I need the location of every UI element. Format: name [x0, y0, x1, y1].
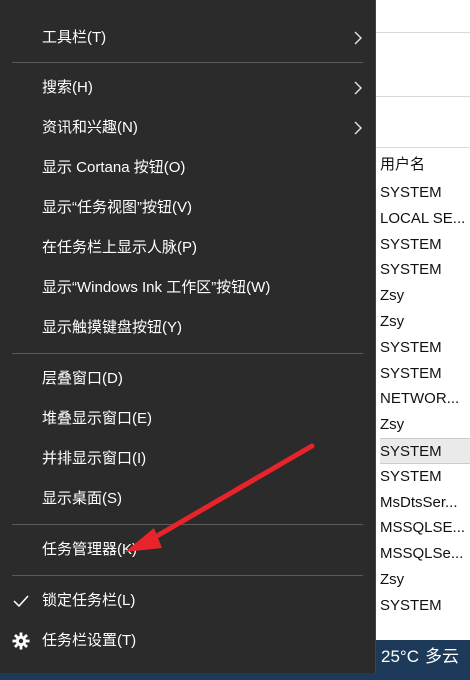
- menu-item-stack-windows[interactable]: 堆叠显示窗口(E): [0, 399, 375, 439]
- gear-icon: [12, 632, 30, 650]
- menu-item-show-task-view[interactable]: 显示“任务视图”按钮(V): [0, 188, 375, 228]
- user-column: SYSTEM LOCAL SE... SYSTEM SYSTEM Zsy Zsy…: [380, 180, 470, 619]
- table-row[interactable]: Zsy: [380, 309, 470, 335]
- table-row[interactable]: SYSTEM: [380, 335, 470, 361]
- menu-item-show-cortana[interactable]: 显示 Cortana 按钮(O): [0, 148, 375, 188]
- menu-item-show-windows-ink[interactable]: 显示“Windows Ink 工作区”按钮(W): [0, 268, 375, 308]
- menu-item-search[interactable]: 搜索(H): [0, 68, 375, 108]
- menu-separator: [12, 353, 363, 354]
- chevron-right-icon: [354, 81, 362, 95]
- temperature: 25°C: [381, 647, 419, 666]
- menu-item-label: 显示“Windows Ink 工作区”按钮(W): [42, 279, 271, 296]
- menu-item-label: 搜索(H): [42, 79, 93, 96]
- menu-item-toolbars[interactable]: 工具栏(T): [0, 18, 375, 58]
- table-row[interactable]: SYSTEM: [380, 361, 470, 387]
- table-row[interactable]: Zsy: [380, 412, 470, 438]
- menu-item-label: 任务管理器(K): [42, 541, 137, 558]
- menu-separator: [12, 524, 363, 525]
- divider: [376, 96, 470, 97]
- menu-item-lock-taskbar[interactable]: 锁定任务栏(L): [0, 581, 375, 621]
- menu-item-label: 层叠窗口(D): [42, 370, 123, 387]
- menu-item-show-people[interactable]: 在任务栏上显示人脉(P): [0, 228, 375, 268]
- table-row[interactable]: MsDtsSer...: [380, 490, 470, 516]
- table-row[interactable]: Zsy: [380, 567, 470, 593]
- checkmark-icon: [13, 595, 29, 608]
- menu-separator: [12, 575, 363, 576]
- table-row[interactable]: NETWOR...: [380, 386, 470, 412]
- column-header-username[interactable]: 用户名: [380, 153, 425, 174]
- menu-separator: [12, 62, 363, 63]
- table-row[interactable]: MSSQLSe...: [380, 541, 470, 567]
- menu-item-label: 堆叠显示窗口(E): [42, 410, 152, 427]
- menu-item-label: 显示 Cortana 按钮(O): [42, 159, 186, 176]
- menu-item-task-manager[interactable]: 任务管理器(K): [0, 530, 375, 570]
- menu-item-label: 显示桌面(S): [42, 490, 122, 507]
- table-row[interactable]: LOCAL SE...: [380, 206, 470, 232]
- chevron-right-icon: [354, 121, 362, 135]
- weather-widget[interactable]: 25°C 多云: [381, 640, 465, 674]
- menu-item-news-interests[interactable]: 资讯和兴趣(N): [0, 108, 375, 148]
- table-row[interactable]: SYSTEM: [380, 593, 470, 619]
- menu-item-side-by-side[interactable]: 并排显示窗口(I): [0, 439, 375, 479]
- menu-item-taskbar-settings[interactable]: 任务栏设置(T): [0, 621, 375, 661]
- menu-item-label: 显示触摸键盘按钮(Y): [42, 319, 182, 336]
- table-row-selected[interactable]: SYSTEM: [380, 437, 470, 464]
- menu-item-label: 资讯和兴趣(N): [42, 119, 138, 136]
- table-row[interactable]: SYSTEM: [380, 257, 470, 283]
- menu-item-label: 锁定任务栏(L): [42, 592, 136, 609]
- menu-item-label: 任务栏设置(T): [42, 632, 137, 649]
- divider: [376, 147, 470, 148]
- menu-item-label: 工具栏(T): [42, 29, 107, 46]
- table-row[interactable]: SYSTEM: [380, 180, 470, 206]
- divider: [376, 32, 470, 33]
- menu-item-show-touch-keyboard[interactable]: 显示触摸键盘按钮(Y): [0, 308, 375, 348]
- menu-item-cascade-windows[interactable]: 层叠窗口(D): [0, 359, 375, 399]
- table-row[interactable]: SYSTEM: [380, 464, 470, 490]
- chevron-right-icon: [354, 31, 362, 45]
- menu-item-label: 在任务栏上显示人脉(P): [42, 239, 197, 256]
- menu-item-show-desktop[interactable]: 显示桌面(S): [0, 479, 375, 519]
- table-row[interactable]: SYSTEM: [380, 232, 470, 258]
- menu-item-label: 显示“任务视图”按钮(V): [42, 199, 192, 216]
- table-row[interactable]: Zsy: [380, 283, 470, 309]
- weather-condition: 多云: [424, 647, 459, 666]
- table-row[interactable]: MSSQLSE...: [380, 515, 470, 541]
- taskbar-context-menu: 工具栏(T) 搜索(H) 资讯和兴趣(N) 显示 Cortana 按钮(O) 显…: [0, 0, 376, 673]
- menu-item-label: 并排显示窗口(I): [42, 450, 147, 467]
